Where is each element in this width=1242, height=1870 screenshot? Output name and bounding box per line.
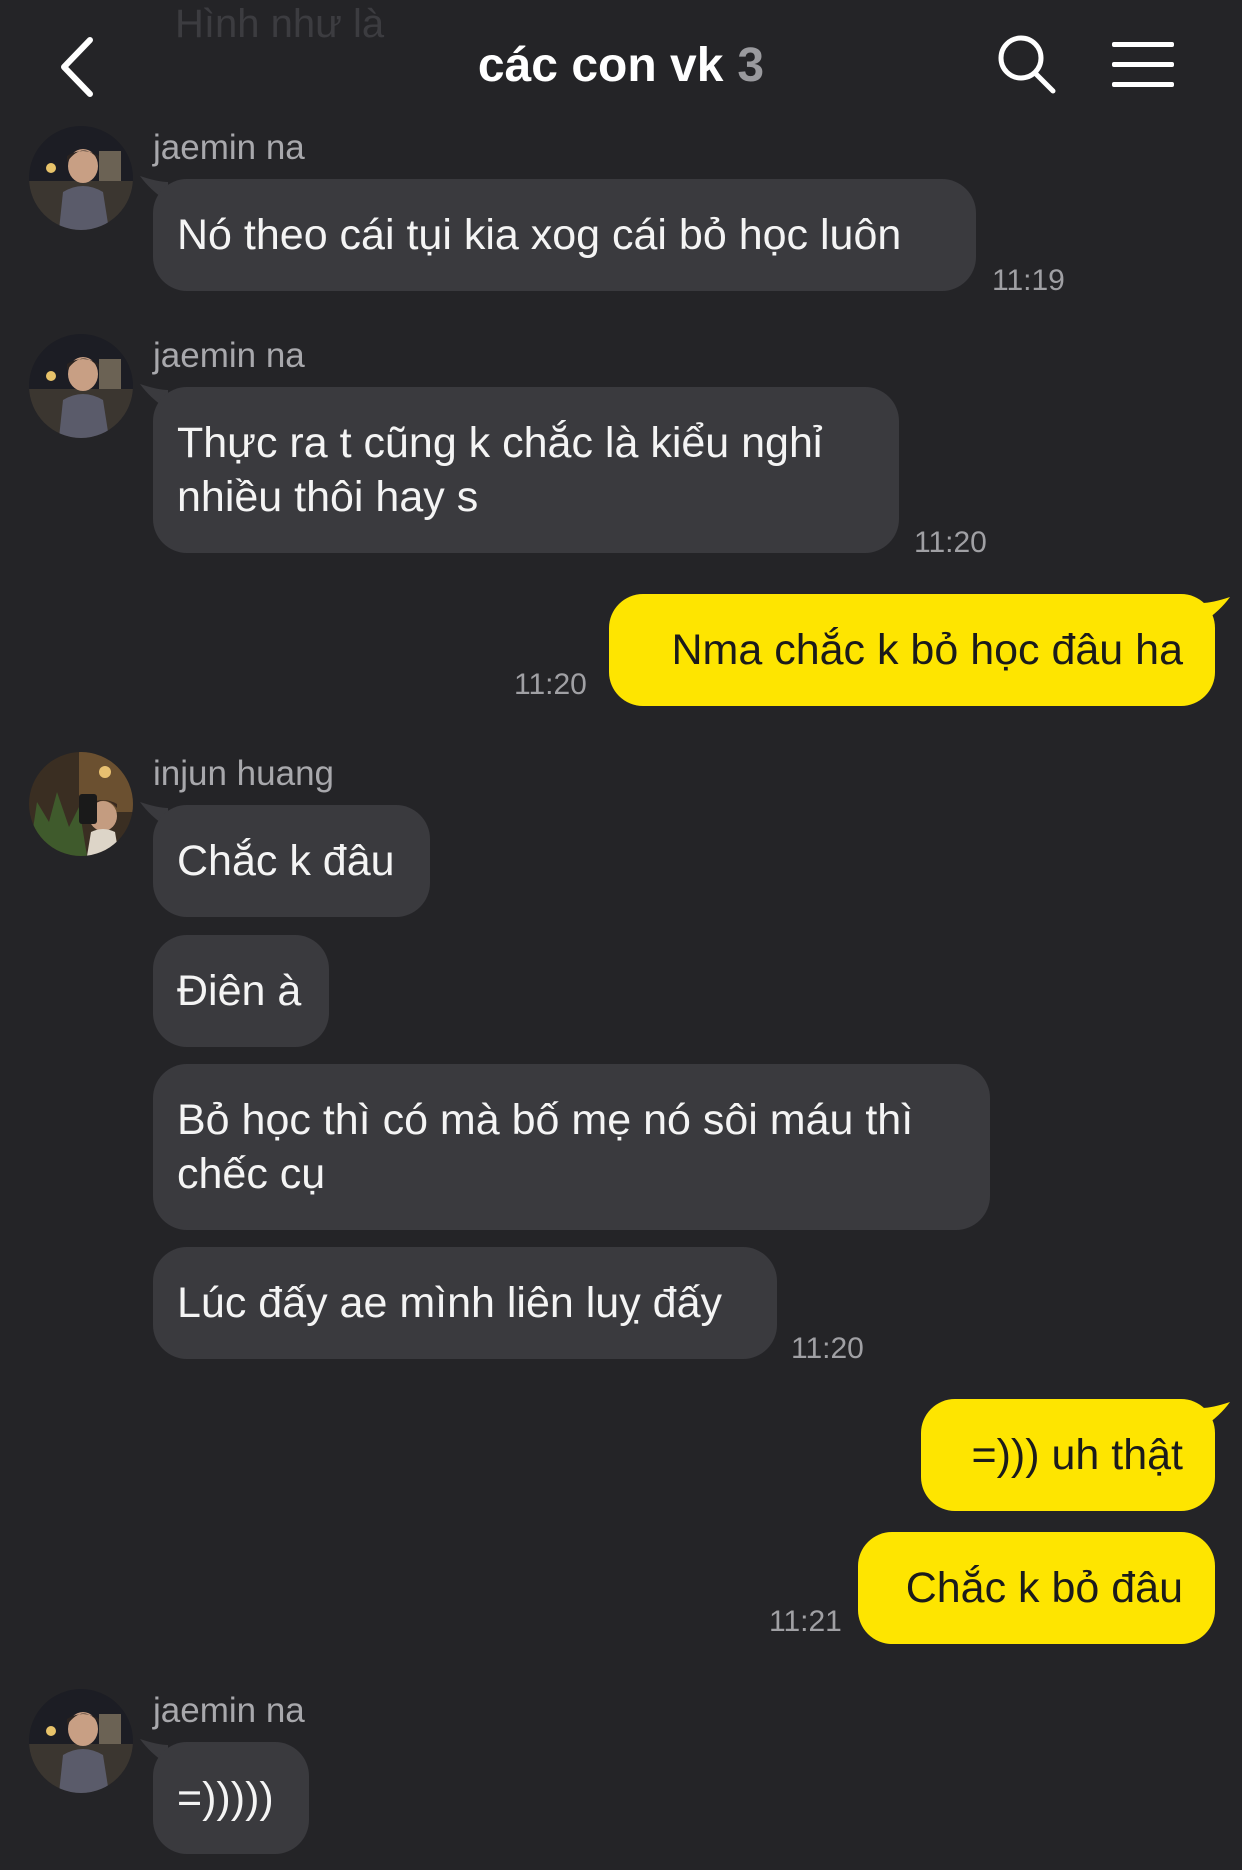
message-time: 11:20 [791, 1332, 864, 1365]
message-text: Điên à [177, 967, 302, 1015]
sender-name: injun huang [153, 754, 334, 793]
message-text: =))) uh thật [971, 1431, 1183, 1479]
message-text: Nó theo cái tụi kia xog cái bỏ học luôn [177, 211, 902, 259]
avatar-jaemin-na[interactable] [29, 1689, 133, 1793]
message-text-line: Thực ra t cũng k chắc là kiểu nghỉ [177, 419, 823, 467]
message-bubble[interactable]: =))))) [153, 1742, 309, 1854]
chat-title-text: các con vk [477, 39, 724, 92]
message-text-line: nhiều thôi hay s [177, 473, 479, 521]
search-button[interactable] [995, 32, 1059, 98]
message-bubble[interactable]: Điên à [153, 935, 329, 1047]
outgoing-message-bubble[interactable]: Chắc k bỏ đâu [858, 1532, 1215, 1644]
avatar-jaemin-na[interactable] [29, 334, 133, 438]
avatar-jaemin-na[interactable] [29, 126, 133, 230]
message-time: 11:20 [514, 668, 587, 701]
message-bubble[interactable]: Chắc k đâu [153, 805, 430, 917]
message-time: 11:20 [914, 526, 987, 559]
message-text: Chắc k đâu [177, 837, 395, 885]
sender-name: jaemin na [153, 1691, 305, 1730]
message-text-line: chếc cụ [177, 1150, 326, 1198]
outgoing-message-bubble[interactable]: =))) uh thật [921, 1399, 1215, 1511]
message-text: =))))) [177, 1774, 274, 1822]
sender-name: jaemin na [153, 128, 305, 167]
chat-header: Hình như là các con vk 3 [0, 0, 1242, 130]
message-text: Nma chắc k bỏ học đâu ha [671, 626, 1183, 674]
message-text: Lúc đấy ae mình liên luỵ đấy [177, 1279, 722, 1327]
message-bubble[interactable]: Bỏ học thì có mà bố mẹ nó sôi máu thì ch… [153, 1064, 990, 1230]
avatar-injun-huang[interactable] [29, 752, 133, 856]
message-time: 11:19 [992, 264, 1065, 297]
menu-button[interactable] [1112, 38, 1178, 92]
search-icon [998, 35, 1056, 94]
message-bubble[interactable]: Lúc đấy ae mình liên luỵ đấy [153, 1247, 777, 1359]
bubble-tail [1202, 1402, 1230, 1428]
member-count: 3 [737, 39, 765, 92]
bubble-tail [1202, 597, 1230, 623]
message-bubble[interactable]: Thực ra t cũng k chắc là kiểu nghỉ nhiều… [153, 387, 899, 553]
message-text: Chắc k bỏ đâu [905, 1564, 1183, 1612]
outgoing-message-bubble[interactable]: Nma chắc k bỏ học đâu ha [609, 594, 1215, 706]
hamburger-menu-icon [1112, 42, 1174, 47]
message-time: 11:21 [769, 1605, 842, 1638]
sender-name: jaemin na [153, 336, 305, 375]
message-text-line: Bỏ học thì có mà bố mẹ nó sôi máu thì [177, 1096, 914, 1144]
message-bubble[interactable]: Nó theo cái tụi kia xog cái bỏ học luôn [153, 179, 976, 291]
